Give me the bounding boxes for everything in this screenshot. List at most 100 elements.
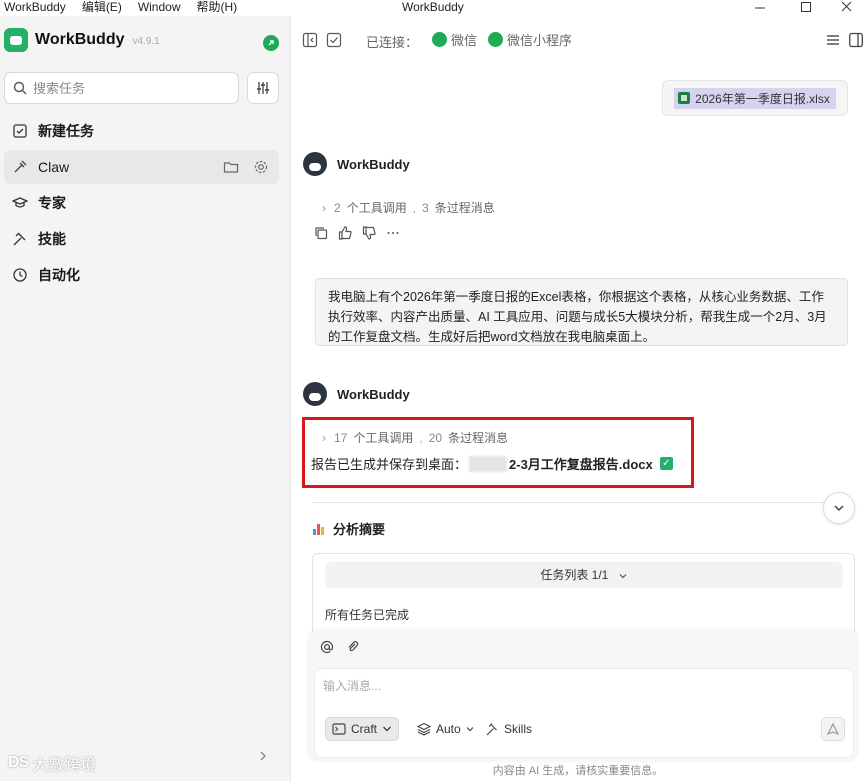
chevron-right-icon[interactable]: [258, 749, 268, 763]
summary-heading: 分析摘要: [313, 519, 385, 538]
thumbs-up-icon[interactable]: [338, 226, 352, 240]
channel-label: 微信: [451, 33, 478, 48]
ai-disclaimer: 内容由 AI 生成，请核实重要信息。: [492, 765, 664, 777]
chevron-down-icon: [618, 571, 628, 581]
sidebar-toggle-icon[interactable]: [302, 32, 318, 48]
menu-item-help[interactable]: 帮助(H): [197, 0, 238, 15]
tool-summary[interactable]: › 2 个工具调用 , 3 条过程消息: [322, 199, 495, 216]
menu-item-edit[interactable]: 编辑(E): [82, 0, 122, 15]
connected-label: 已连接：: [366, 35, 419, 50]
send-button[interactable]: [821, 717, 845, 741]
scroll-down-button[interactable]: [823, 492, 855, 524]
thumbs-down-icon[interactable]: [362, 226, 376, 240]
search-box[interactable]: [4, 72, 239, 104]
menu-item-app[interactable]: WorkBuddy: [4, 0, 66, 15]
search-input[interactable]: [33, 80, 223, 96]
task-status: 所有任务已完成: [325, 608, 410, 622]
connection-status-icon[interactable]: [263, 35, 279, 51]
agent-header: WorkBuddy: [303, 152, 410, 176]
sidebar-item-automation[interactable]: 自动化: [4, 258, 279, 292]
avatar: [303, 382, 327, 406]
paperclip-icon[interactable]: [346, 640, 360, 654]
sidebar-item-label: 技能: [38, 231, 66, 247]
sidebar-item-skills[interactable]: 技能: [4, 222, 279, 256]
skill-icon: [485, 722, 499, 736]
at-icon[interactable]: [320, 640, 334, 654]
more-icon[interactable]: [386, 226, 400, 240]
chevron-right-icon: ›: [322, 200, 326, 215]
clock-icon: [12, 267, 28, 283]
process-count: 3: [422, 200, 429, 215]
summary-title: 分析摘要: [333, 522, 386, 537]
skills-button[interactable]: Skills: [479, 717, 538, 741]
message-input-box[interactable]: Craft Auto Skills: [314, 668, 854, 758]
sidebar-item-label: 自动化: [38, 267, 80, 283]
folder-icon[interactable]: [223, 159, 239, 175]
search-icon: [13, 81, 27, 95]
wechat-icon: [432, 32, 447, 47]
maximize-icon[interactable]: [786, 0, 826, 16]
workbuddy-logo: [4, 28, 28, 52]
title-bar: WorkBuddy 编辑(E) Window 帮助(H) WorkBuddy: [0, 0, 864, 16]
channel-miniprogram[interactable]: 微信小程序: [488, 30, 572, 49]
mode-label: Craft: [351, 722, 378, 736]
filter-button[interactable]: [247, 72, 279, 104]
user-message: 我电脑上有个2026年第一季度日报的Excel表格，你根据这个表格，从核心业务数…: [315, 278, 848, 346]
minimize-icon[interactable]: [740, 0, 780, 16]
message-input[interactable]: [323, 677, 823, 707]
highlight-box: [302, 417, 694, 488]
watermark-text: 大數跨境: [32, 757, 97, 774]
brand-name: WorkBuddy: [35, 31, 125, 48]
claw-icon: [12, 159, 28, 175]
composer: Craft Auto Skills: [308, 630, 858, 762]
menu-icon[interactable]: [825, 32, 841, 48]
task-list-toggle[interactable]: 任务列表 1/1: [325, 562, 843, 588]
skill-icon: [12, 231, 28, 247]
model-select[interactable]: Auto: [411, 717, 481, 741]
expert-icon: [12, 195, 28, 211]
message-actions: [314, 226, 400, 240]
sidebar: WorkBuddy v4.9.1 新建任务 Claw: [0, 16, 291, 781]
miniprogram-icon: [488, 32, 503, 47]
channel-wechat[interactable]: 微信: [432, 30, 477, 49]
sidebar-item-label: 专家: [38, 195, 66, 211]
task-list-label: 任务列表 1/1: [540, 568, 609, 582]
main-panel: 已连接： 微信 微信小程序 2026年第一季度日报.xlsx WorkBuddy…: [292, 16, 864, 781]
copy-icon[interactable]: [314, 226, 328, 240]
composer-tools: [320, 640, 360, 654]
sidebar-item-claw[interactable]: Claw: [4, 150, 279, 184]
bar-chart-icon: [313, 523, 325, 535]
process-label: 条过程消息: [434, 201, 495, 215]
send-icon: [826, 722, 840, 736]
layers-icon: [417, 722, 431, 736]
mode-select[interactable]: Craft: [325, 717, 400, 741]
agent-name: WorkBuddy: [337, 386, 410, 402]
sidebar-item-new-task[interactable]: 新建任务: [4, 114, 279, 148]
brand: WorkBuddy v4.9.1: [4, 28, 160, 52]
model-label: Auto: [436, 722, 461, 736]
sliders-icon: [255, 80, 271, 96]
chevron-down-icon: [832, 501, 846, 515]
version-label: v4.9.1: [132, 35, 160, 47]
divider: [312, 502, 852, 503]
attachment-name: 2026年第一季度日报.xlsx: [695, 91, 830, 106]
gear-icon[interactable]: [253, 159, 269, 175]
menu-item-window[interactable]: Window: [138, 0, 181, 15]
attachment-file[interactable]: 2026年第一季度日报.xlsx: [674, 87, 836, 109]
new-task-icon: [12, 123, 28, 139]
close-icon[interactable]: [828, 0, 864, 16]
tool-label: 个工具调用: [346, 201, 407, 215]
sidebar-item-expert[interactable]: 专家: [4, 186, 279, 220]
watermark-logo: DS: [8, 754, 29, 771]
watermark: DS 大數跨境: [8, 751, 96, 775]
menu-bar: WorkBuddy 编辑(E) Window 帮助(H): [4, 0, 253, 15]
task-check-icon[interactable]: [326, 32, 342, 48]
avatar: [303, 152, 327, 176]
channel-label: 微信小程序: [507, 33, 573, 48]
sidebar-nav: 新建任务 Claw 专家 技能 自动化: [4, 114, 279, 294]
sidebar-item-label: 新建任务: [38, 123, 94, 139]
panel-toggle-icon[interactable]: [849, 32, 863, 48]
excel-icon: [678, 92, 691, 104]
attachment-bubble[interactable]: 2026年第一季度日报.xlsx: [662, 80, 848, 116]
chevron-down-icon: [465, 724, 475, 734]
